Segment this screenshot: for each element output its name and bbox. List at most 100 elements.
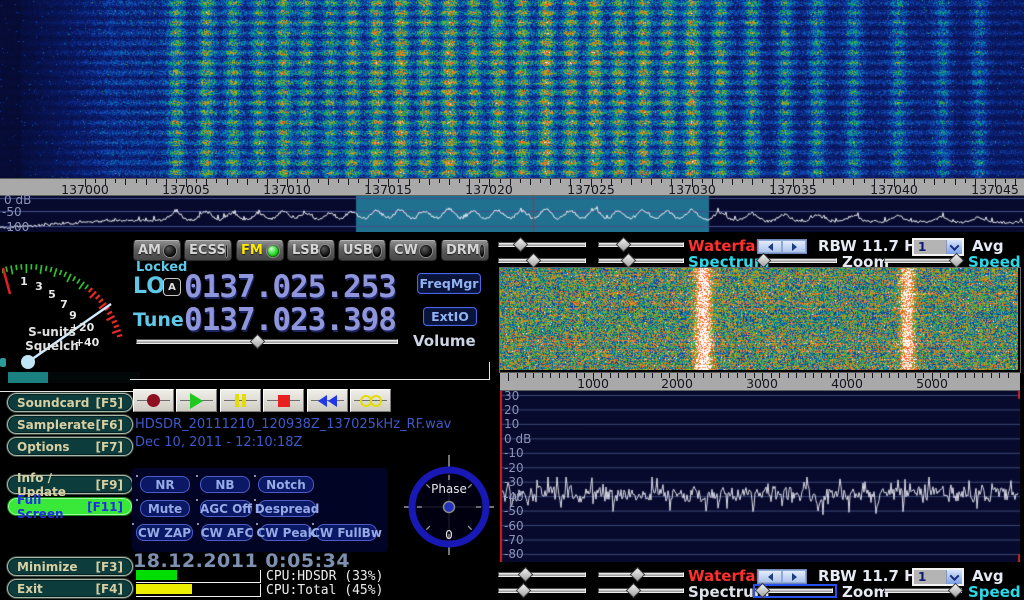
rewind-button[interactable] — [307, 389, 348, 412]
squelch-bar[interactable] — [8, 372, 140, 383]
agc-off-button[interactable]: AGC Off — [200, 500, 252, 517]
cpu-hdsdr-label: CPU:HDSDR (33%) — [266, 569, 383, 584]
samplerate-button[interactable]: Samplerate[F6] — [7, 415, 133, 434]
exit-button[interactable]: Exit[F4] — [7, 579, 133, 598]
mode-cw-button[interactable]: CW — [389, 240, 437, 261]
wf-brightness-slider-bottom[interactable] — [498, 572, 586, 577]
nb-button[interactable]: NB — [200, 476, 250, 493]
samplerate-label: Samplerate — [17, 418, 95, 432]
spec-brightness-slider-bottom[interactable] — [498, 588, 586, 593]
spec-contrast-slider-top[interactable] — [598, 258, 684, 263]
main-frequency-scale[interactable]: 1370001370051370101370151370201370251370… — [0, 178, 1024, 196]
rx-frequency-scale[interactable]: 10002000300040005000 — [500, 372, 1020, 391]
despread-button[interactable]: Despread — [258, 500, 316, 517]
zoom-slider-bottom[interactable] — [757, 588, 833, 593]
rx-db-label: -80 — [504, 547, 524, 561]
s-meter[interactable]: 1 3 5 7 9 +20 +40 S-units Squelch — [2, 238, 132, 374]
mode-fm-led-icon — [267, 245, 279, 257]
fullscreen-button[interactable]: Full Screen[F11] — [7, 497, 133, 516]
pan-scrollbar-bottom[interactable] — [757, 569, 807, 584]
mode-drm-led-icon — [480, 245, 484, 257]
speed-slider-bottom[interactable] — [884, 588, 962, 593]
s-meter-tick-7: 7 — [60, 298, 68, 311]
pan-left-button-bottom[interactable] — [758, 570, 782, 583]
wf-brightness-thumb-top[interactable] — [512, 237, 528, 253]
rx-db-label: 0 dB — [504, 432, 531, 446]
samplerate-key: [F6] — [95, 418, 123, 432]
s-units-label: S-units — [28, 325, 76, 339]
wf-contrast-thumb-top[interactable] — [615, 237, 631, 253]
minimize-button[interactable]: Minimize[F3] — [7, 557, 133, 576]
play-button[interactable] — [176, 389, 217, 412]
soundcard-button[interactable]: Soundcard[F5] — [7, 393, 133, 412]
squelch-mini-thumb[interactable] — [0, 358, 6, 367]
rx-db-label: -30 — [504, 475, 524, 489]
combo-dropdown-button-top[interactable] — [946, 240, 962, 254]
mode-lsb-button[interactable]: LSB — [287, 240, 335, 261]
spec-contrast-slider-bottom[interactable] — [598, 588, 684, 593]
rx-db-label: -40 — [504, 490, 524, 504]
info-update-button[interactable]: Info / Update[F9] — [7, 475, 133, 494]
loop-button[interactable] — [350, 389, 391, 412]
cw-fullbw-button[interactable]: CW FullBw — [316, 524, 377, 541]
recording-timestamp: Dec 10, 2011 - 12:10:18Z — [135, 435, 302, 450]
phase-value: 0 — [445, 528, 453, 542]
combo-dropdown-button-bottom[interactable] — [946, 570, 962, 584]
arrow-left-icon — [768, 573, 773, 581]
mute-button[interactable]: Mute — [140, 500, 190, 517]
stop-button[interactable] — [263, 389, 304, 412]
mode-fm-button[interactable]: FM — [236, 240, 284, 261]
speed-slider-top[interactable] — [884, 258, 962, 263]
volume-slider[interactable] — [136, 339, 398, 344]
mode-cw-label: CW — [394, 243, 418, 258]
rx-waterfall-display[interactable] — [500, 268, 1018, 370]
record-button[interactable] — [133, 389, 174, 412]
main-waterfall-display[interactable] — [0, 0, 1024, 178]
spec-brightness-slider-top[interactable] — [498, 258, 586, 263]
phase-dial: Phase 0 — [404, 455, 494, 555]
wf-contrast-thumb-bottom[interactable] — [630, 567, 646, 583]
tune-frequency-display[interactable]: 0137.023.398 — [184, 302, 396, 338]
rx-scale-label: 1000 — [577, 376, 609, 391]
freqmgr-button[interactable]: FreqMgr — [417, 273, 481, 294]
cw-zap-button[interactable]: CW ZAP — [136, 524, 193, 541]
options-label: Options — [17, 440, 70, 454]
mode-am-button[interactable]: AM — [133, 240, 181, 261]
main-spectrum-display[interactable] — [0, 196, 1024, 232]
mode-drm-button[interactable]: DRM — [441, 240, 489, 261]
arrow-right-icon — [792, 573, 797, 581]
wf-contrast-slider-bottom[interactable] — [598, 572, 684, 577]
wf-brightness-slider-top[interactable] — [498, 242, 586, 247]
notch-button[interactable]: Notch — [258, 476, 314, 493]
mode-fm-label: FM — [241, 243, 263, 258]
pan-left-button-top[interactable] — [758, 240, 782, 253]
options-button[interactable]: Options[F7] — [7, 437, 133, 456]
spec-brightness-thumb-bottom[interactable] — [516, 583, 532, 599]
rx-spectrum-display[interactable] — [500, 391, 1020, 562]
nr-button[interactable]: NR — [140, 476, 190, 493]
pause-button[interactable] — [220, 389, 261, 412]
rewind-icon — [318, 395, 337, 407]
mode-ecss-button[interactable]: ECSS — [184, 240, 232, 261]
cpu-total-fill — [136, 584, 192, 594]
spec-brightness-thumb-top[interactable] — [526, 253, 542, 269]
extio-button[interactable]: ExtIO — [423, 307, 477, 326]
wf-contrast-slider-top[interactable] — [598, 242, 684, 247]
spec-contrast-thumb-bottom[interactable] — [625, 583, 641, 599]
pan-right-button-top[interactable] — [782, 240, 806, 253]
pan-scrollbar-top[interactable] — [757, 239, 807, 254]
lo-label: LO — [133, 274, 165, 299]
pan-right-button-bottom[interactable] — [782, 570, 806, 583]
middle-divider — [130, 379, 490, 380]
lo-frequency-display[interactable]: 0137.025.253 — [184, 269, 396, 305]
main-scale-label: 137040 — [870, 182, 918, 197]
cw-peak-button[interactable]: CW Peak — [260, 524, 312, 541]
wf-brightness-thumb-bottom[interactable] — [518, 567, 534, 583]
spec-contrast-thumb-top[interactable] — [621, 253, 637, 269]
cw-afc-button[interactable]: CW AFC — [201, 524, 253, 541]
zoom-slider-top[interactable] — [757, 258, 837, 263]
rx-db-label: -70 — [504, 533, 524, 547]
mode-usb-button[interactable]: USB — [338, 240, 386, 261]
lo-auto-badge[interactable]: A — [163, 278, 181, 296]
rx-db-label: -20 — [504, 461, 524, 475]
